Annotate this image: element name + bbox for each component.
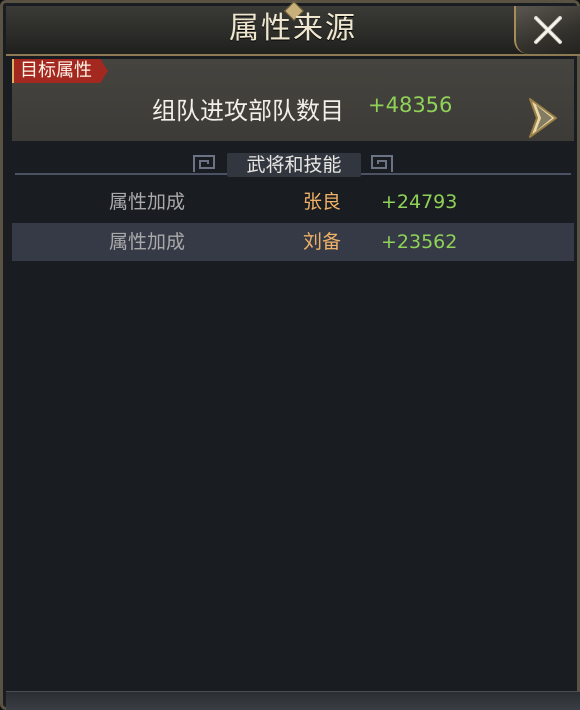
close-x-icon [534,16,562,44]
target-detail-arrow-button[interactable] [524,97,560,139]
bottom-border-strip [6,691,580,710]
target-attribute-tag: 目标属性 [12,59,108,83]
section-title: 武将和技能 [227,153,361,177]
list-item: 属性加成 刘备 +23562 [12,223,574,261]
window-title: 属性来源 [229,11,357,46]
list-item: 属性加成 张良 +24793 [12,183,574,221]
attribute-source-window: 属性来源 目标属性 组队进攻部队数目 +48356 武将和技能 属性加成 张良 … [0,0,580,710]
title-bar: 属性来源 [6,1,580,56]
row-hero-name[interactable]: 刘备 [303,223,341,261]
close-button[interactable] [514,6,580,54]
row-value: +23562 [381,231,458,253]
section-knot-left-ornament [193,155,215,172]
row-label: 属性加成 [109,231,186,253]
chevron-right-icon [529,98,557,138]
target-attribute-name: 组队进攻部队数目 [152,97,344,125]
row-label: 属性加成 [109,191,186,213]
target-attribute-value: +48356 [368,93,453,117]
row-value: +24793 [381,191,458,213]
section-knot-right-ornament [371,155,393,172]
target-attribute-panel: 目标属性 组队进攻部队数目 +48356 [12,59,574,141]
row-hero-name[interactable]: 张良 [303,183,341,221]
